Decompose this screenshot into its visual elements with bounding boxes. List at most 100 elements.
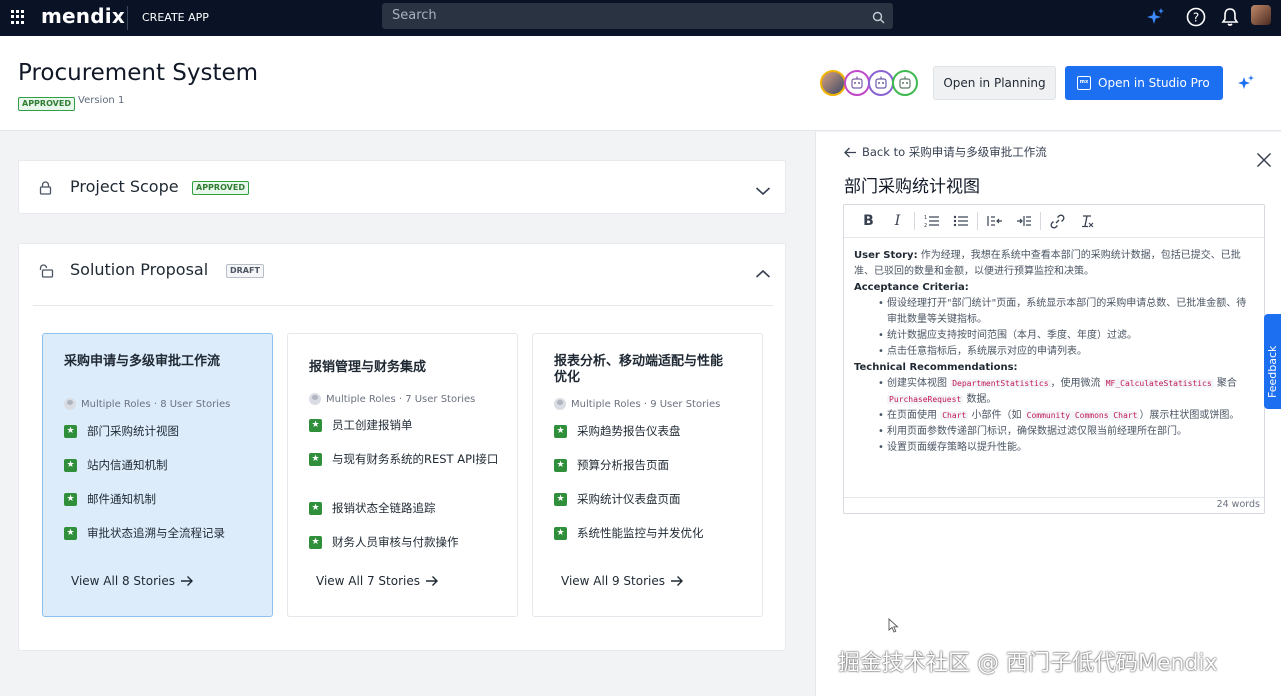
star-icon: ★ [554, 425, 567, 438]
tech-text: 在页面使用 [887, 410, 937, 421]
tech-text: 小部件（如 [971, 410, 1022, 421]
story-label: 采购统计仪表盘页面 [577, 492, 681, 506]
open-in-studio-pro-button[interactable]: mx Open in Studio Pro [1065, 66, 1223, 100]
view-all-label: View All 7 Stories [316, 574, 420, 588]
search-icon[interactable] [872, 9, 885, 28]
story-item[interactable]: ★ 站内信通知机制 [64, 457, 259, 473]
toolbar-divider [977, 212, 978, 230]
word-count: 24 words [1216, 499, 1260, 510]
feature-meta: Multiple Roles · 9 User Stories [554, 398, 720, 410]
brand-divider [127, 6, 128, 30]
draft-badge: DRAFT [226, 264, 264, 278]
open-in-planning-button[interactable]: Open in Planning [933, 66, 1056, 100]
bullet-list-icon[interactable] [946, 210, 975, 232]
help-icon[interactable]: ? [1185, 6, 1207, 28]
view-all-stories-link[interactable]: View All 8 Stories [71, 574, 194, 588]
story-label: 审批状态追溯与全流程记录 [87, 526, 225, 540]
story-label: 报销状态全链路追踪 [332, 501, 436, 515]
create-app-link[interactable]: CREATE APP [142, 11, 209, 24]
inline-code: PurchaseRequest [887, 395, 964, 404]
story-label: 部门采购统计视图 [87, 424, 179, 438]
feedback-tab[interactable]: Feedback [1264, 314, 1281, 409]
robot-avatar-icon[interactable] [844, 70, 870, 96]
star-icon: ★ [309, 502, 322, 515]
solution-proposal-section: Solution Proposal DRAFT 采购申请与多级审批工作流 Mul… [18, 243, 786, 651]
star-icon: ★ [64, 459, 77, 472]
clear-format-icon[interactable] [1072, 210, 1101, 232]
tech-text: ，使用微流 [1050, 378, 1101, 389]
studio-pro-icon: mx [1077, 76, 1091, 90]
list-item: 在页面使用 Chart 小部件（如 Community Commons Char… [878, 408, 1254, 424]
story-item[interactable]: ★ 预算分析报告页面 [554, 457, 749, 473]
search-input[interactable]: Search [382, 3, 893, 29]
feature-card[interactable]: 报销管理与财务集成 Multiple Roles · 7 User Storie… [287, 333, 518, 617]
story-label: 系统性能监控与并发优化 [577, 526, 704, 540]
story-item[interactable]: ★ 邮件通知机制 [64, 491, 259, 507]
section-title: Solution Proposal [70, 260, 209, 279]
close-icon[interactable] [1256, 152, 1272, 172]
story-item[interactable]: ★ 审批状态追溯与全流程记录 [64, 525, 259, 541]
feedback-label: Feedback [1266, 345, 1279, 398]
story-item[interactable]: ★ 员工创建报销单 [309, 417, 504, 433]
star-icon: ★ [309, 536, 322, 549]
outdent-icon[interactable] [980, 210, 1009, 232]
person-icon [554, 398, 566, 410]
story-item[interactable]: ★ 财务人员审核与付款操作 [309, 534, 504, 550]
ordered-list-icon[interactable]: 12 [917, 210, 946, 232]
feature-meta: Multiple Roles · 7 User Stories [309, 393, 475, 405]
chevron-up-icon[interactable] [755, 264, 771, 283]
bold-icon[interactable]: B [854, 210, 883, 232]
view-all-label: View All 8 Stories [71, 574, 175, 588]
notification-bell-icon[interactable] [1219, 6, 1241, 28]
indent-icon[interactable] [1009, 210, 1038, 232]
feature-meta-text: Multiple Roles · 8 User Stories [81, 398, 231, 410]
star-icon: ★ [64, 425, 77, 438]
feature-card[interactable]: 采购申请与多级审批工作流 Multiple Roles · 8 User Sto… [42, 333, 273, 617]
story-title: 部门采购统计视图 [844, 177, 980, 197]
story-item[interactable]: ★ 与现有财务系统的REST API接口 [309, 451, 504, 467]
top-bar: mendix CREATE APP Search ? [0, 0, 1281, 36]
story-item[interactable]: ★ 采购趋势报告仪表盘 [554, 423, 749, 439]
link-icon[interactable] [1043, 210, 1072, 232]
view-all-stories-link[interactable]: View All 9 Stories [561, 574, 684, 588]
arrow-right-icon [181, 576, 193, 586]
brand-logo[interactable]: mendix [41, 4, 125, 28]
story-item[interactable]: ★ 系统性能监控与并发优化 [554, 525, 749, 541]
story-item[interactable]: ★ 报销状态全链路追踪 [309, 500, 504, 516]
app-grid-icon[interactable] [11, 10, 25, 24]
user-avatar[interactable] [1251, 5, 1271, 25]
chevron-down-icon[interactable] [755, 181, 771, 200]
story-label: 与现有财务系统的REST API接口 [332, 452, 499, 466]
ai-sparkle-icon[interactable] [1145, 6, 1167, 28]
project-header: Procurement System APPROVED Version 1 Op… [0, 36, 1281, 131]
watermark: 掘金技术社区 @ 西门子低代码Mendix [838, 651, 1218, 676]
editor-content[interactable]: User Story: 作为经理，我想在系统中查看本部门的采购统计数据，包括已提… [854, 248, 1254, 456]
avatar[interactable] [820, 70, 846, 96]
technical-recommendations-list: 创建实体视图 DepartmentStatistics，使用微流 MF_Calc… [854, 376, 1254, 456]
robot-avatar-icon[interactable] [892, 70, 918, 96]
story-item[interactable]: ★ 采购统计仪表盘页面 [554, 491, 749, 507]
star-icon: ★ [64, 527, 77, 540]
list-item: 假设经理打开"部门统计"页面，系统显示本部门的采购申请总数、已批准金额、待审批数… [878, 296, 1254, 328]
star-icon: ★ [64, 493, 77, 506]
view-all-label: View All 9 Stories [561, 574, 665, 588]
star-icon: ★ [554, 527, 567, 540]
italic-icon[interactable]: I [883, 210, 912, 232]
tech-text: 聚合 [1216, 378, 1237, 389]
story-label: 站内信通知机制 [87, 458, 168, 472]
back-link[interactable]: Back to 采购申请与多级审批工作流 [844, 144, 1047, 160]
robot-avatar-icon[interactable] [868, 70, 894, 96]
project-scope-section[interactable]: Project Scope APPROVED [18, 160, 786, 214]
story-detail-panel: Back to 采购申请与多级审批工作流 部门采购统计视图 B I 12 Use… [815, 132, 1281, 696]
tech-text: 创建实体视图 [887, 378, 947, 389]
version-label: Version 1 [78, 95, 125, 106]
ai-assistant-icon[interactable] [1236, 73, 1256, 97]
view-all-stories-link[interactable]: View All 7 Stories [316, 574, 439, 588]
feature-card[interactable]: 报表分析、移动端适配与性能优化 Multiple Roles · 9 User … [532, 333, 763, 617]
feature-title: 采购申请与多级审批工作流 [64, 354, 221, 369]
technical-recommendations-label: Technical Recommendations: [854, 362, 1018, 373]
rich-text-editor[interactable]: B I 12 User Story: 作为经理，我想在系统中查看本部门的采购统计… [843, 204, 1265, 514]
arrow-right-icon [671, 576, 683, 586]
editor-footer: 24 words [844, 497, 1264, 513]
story-item[interactable]: ★ 部门采购统计视图 [64, 423, 259, 439]
